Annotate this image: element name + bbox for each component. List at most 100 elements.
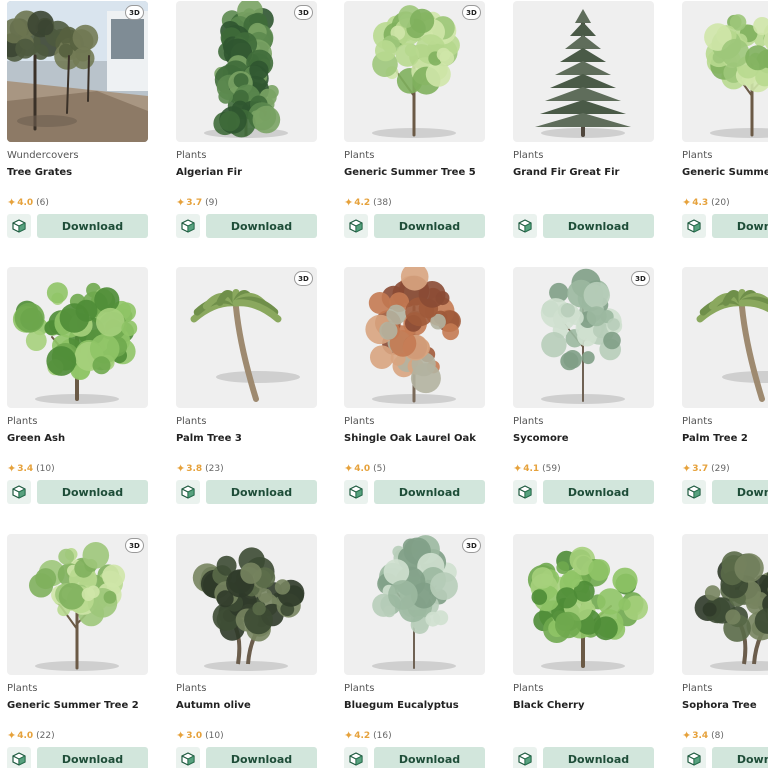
download-button[interactable]: Download <box>37 214 148 238</box>
product-title[interactable]: Generic Summer Tree <box>682 167 768 178</box>
product-title[interactable]: Shingle Oak Laurel Oak <box>344 433 476 444</box>
view-3d-model-button[interactable] <box>682 747 706 768</box>
download-button[interactable]: Download <box>543 747 654 768</box>
product-category: Plants <box>176 416 207 427</box>
cube-icon <box>12 752 26 766</box>
product-title[interactable]: Generic Summer Tree 2 <box>7 700 139 711</box>
product-thumbnail[interactable] <box>513 534 654 675</box>
download-button[interactable]: Download <box>374 480 485 504</box>
view-3d-model-button[interactable] <box>7 214 31 238</box>
download-button[interactable]: Download <box>712 214 768 238</box>
star-icon: ✦ <box>513 462 523 475</box>
product-title[interactable]: Sycomore <box>513 433 569 444</box>
product-title[interactable]: Green Ash <box>7 433 65 444</box>
product-thumbnail[interactable]: 3D <box>176 267 317 408</box>
download-button[interactable]: Download <box>37 480 148 504</box>
view-3d-model-button[interactable] <box>7 480 31 504</box>
product-rating: ✦ 4.2 (16) <box>344 729 392 742</box>
product-title[interactable]: Bluegum Eucalyptus <box>344 700 459 711</box>
rating-score: 4.2 <box>354 197 371 208</box>
view-3d-model-button[interactable] <box>176 747 200 768</box>
rating-score: 3.4 <box>17 463 34 474</box>
download-button[interactable]: Download <box>206 480 317 504</box>
product-title[interactable]: Autumn olive <box>176 700 251 711</box>
product-title[interactable]: Grand Fir Great Fir <box>513 167 619 178</box>
view-3d-model-button[interactable] <box>682 214 706 238</box>
product-title[interactable]: Palm Tree 2 <box>682 433 748 444</box>
product-thumbnail[interactable]: 3D <box>344 1 485 142</box>
3d-badge-icon: 3D <box>462 538 481 553</box>
product-title[interactable]: Black Cherry <box>513 700 584 711</box>
view-3d-model-button[interactable] <box>176 480 200 504</box>
star-icon: ✦ <box>344 196 354 209</box>
3d-badge-icon: 3D <box>125 5 144 20</box>
product-title[interactable]: Palm Tree 3 <box>176 433 242 444</box>
view-3d-model-button[interactable] <box>513 480 537 504</box>
product-category: Plants <box>513 683 544 694</box>
product-card: Plants Autumn olive ✦ 3.0 (10) Download <box>176 534 317 768</box>
download-button[interactable]: Download <box>37 747 148 768</box>
product-rating: ✦ 4.3 (20) <box>682 196 730 209</box>
product-category: Plants <box>682 683 713 694</box>
download-button[interactable]: Download <box>543 480 654 504</box>
download-button[interactable]: Download <box>712 747 768 768</box>
3d-badge-icon: 3D <box>462 5 481 20</box>
download-button[interactable]: Download <box>374 214 485 238</box>
download-button[interactable]: Download <box>543 214 654 238</box>
tree-illustration <box>204 1 288 138</box>
product-card: Plants Palm Tree 2 ✦ 3.7 (29) Download <box>682 267 768 507</box>
product-title[interactable]: Sophora Tree <box>682 700 757 711</box>
product-thumbnail[interactable]: 3D <box>344 534 485 675</box>
product-thumbnail[interactable] <box>7 267 148 408</box>
rating-score: 4.0 <box>17 197 34 208</box>
cube-icon <box>518 485 532 499</box>
product-card: 3D Plants Generic Summer Tree 5 ✦ 4.2 (3… <box>344 1 485 241</box>
cube-icon <box>518 219 532 233</box>
view-3d-model-button[interactable] <box>682 480 706 504</box>
product-thumbnail[interactable]: 3D <box>176 1 317 142</box>
download-button[interactable]: Download <box>712 480 768 504</box>
product-rating: ✦ 4.2 (38) <box>344 196 392 209</box>
product-card: 3D Wundercovers Tree Grates ✦ 4.0 (6) Do… <box>7 1 148 241</box>
product-thumbnail[interactable] <box>682 267 768 408</box>
cube-icon <box>687 219 701 233</box>
view-3d-model-button[interactable] <box>344 747 368 768</box>
cube-icon <box>181 752 195 766</box>
view-3d-model-button[interactable] <box>7 747 31 768</box>
view-3d-model-button[interactable] <box>513 214 537 238</box>
product-thumbnail[interactable]: 3D <box>7 534 148 675</box>
view-3d-model-button[interactable] <box>344 214 368 238</box>
tree-illustration <box>694 551 768 671</box>
star-icon: ✦ <box>176 196 186 209</box>
product-thumbnail[interactable]: 3D <box>513 267 654 408</box>
view-3d-model-button[interactable] <box>344 480 368 504</box>
product-category: Plants <box>344 150 375 161</box>
product-thumbnail[interactable] <box>682 534 768 675</box>
star-icon: ✦ <box>176 462 186 475</box>
tree-illustration <box>704 14 768 138</box>
download-button[interactable]: Download <box>206 747 317 768</box>
product-thumbnail[interactable] <box>513 1 654 142</box>
product-card: 3D Plants Palm Tree 3 ✦ 3.8 (23) Downloa… <box>176 267 317 507</box>
download-button[interactable]: Download <box>374 747 485 768</box>
product-title[interactable]: Tree Grates <box>7 167 72 178</box>
product-thumbnail[interactable] <box>344 267 485 408</box>
product-title[interactable]: Algerian Fir <box>176 167 242 178</box>
tree-illustration <box>527 546 648 671</box>
3d-badge-icon: 3D <box>631 271 650 286</box>
rating-score: 4.1 <box>523 463 540 474</box>
product-card: 3D Plants Algerian Fir ✦ 3.7 (9) Downloa… <box>176 1 317 241</box>
view-3d-model-button[interactable] <box>513 747 537 768</box>
product-rating: ✦ 3.8 (23) <box>176 462 224 475</box>
rating-score: 3.4 <box>692 730 709 741</box>
product-rating: ✦ 3.4 (8) <box>682 729 724 742</box>
download-button[interactable]: Download <box>206 214 317 238</box>
view-3d-model-button[interactable] <box>176 214 200 238</box>
star-icon: ✦ <box>344 462 354 475</box>
rating-score: 3.8 <box>186 463 203 474</box>
product-thumbnail[interactable]: 3D <box>7 1 148 142</box>
product-thumbnail[interactable] <box>682 1 768 142</box>
product-title[interactable]: Generic Summer Tree 5 <box>344 167 476 178</box>
product-rating: ✦ 3.4 (10) <box>7 462 55 475</box>
product-thumbnail[interactable] <box>176 534 317 675</box>
